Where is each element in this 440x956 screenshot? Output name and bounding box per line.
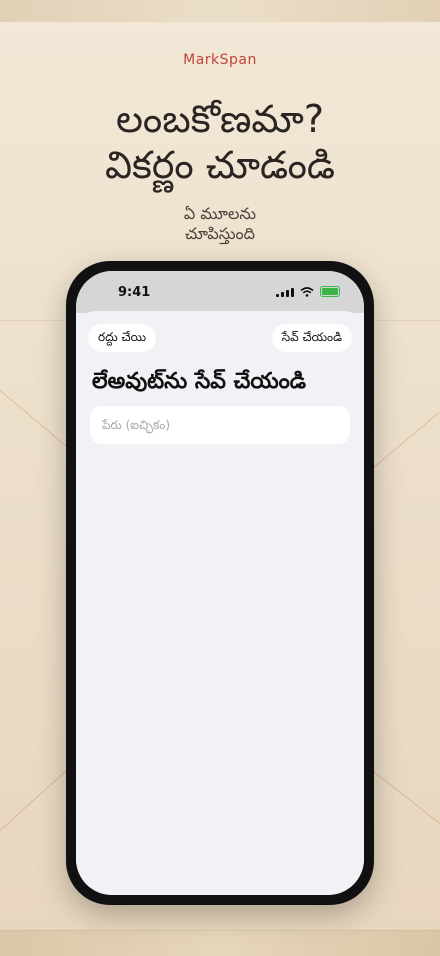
save-layout-sheet: రద్దు చేయి సేవ్ చేయండి లేఅవుట్‌ను సేవ్ చ… [76,311,364,895]
save-button[interactable]: సేవ్ చేయండి [271,324,352,352]
phone-frame: 9:41 రద్దు చేయి సేవ్ చేయండి లేఅవుట్‌ను స… [66,261,374,905]
cellular-signal-icon [276,287,294,297]
battery-icon [320,286,340,297]
brand-name: MarkSpan [183,52,257,68]
headline-line-1: లంబకోణమా? [115,97,324,141]
subheadline-line-2: చూపిస్తుంది [185,224,255,243]
wood-strip-bottom [0,930,440,956]
wood-strip-top [0,0,440,22]
headline: లంబకోణమా? వికర్ణం చూడండి [0,96,440,188]
subheadline: ఏ మూలను చూపిస్తుంది [0,204,440,244]
phone-screen: 9:41 రద్దు చేయి సేవ్ చేయండి లేఅవుట్‌ను స… [76,271,364,895]
cancel-button[interactable]: రద్దు చేయి [88,324,157,352]
status-icons [276,286,340,297]
status-time: 9:41 [118,285,151,300]
layout-name-input[interactable] [90,406,350,444]
wifi-icon [300,286,314,297]
headline-line-2: వికర్ణం చూడండి [105,143,335,187]
subheadline-line-1: ఏ మూలను [183,204,257,223]
sheet-title: లేఅవుట్‌ను సేవ్ చేయండి [92,369,307,394]
status-bar: 9:41 [76,271,364,313]
paper-line [0,930,440,931]
